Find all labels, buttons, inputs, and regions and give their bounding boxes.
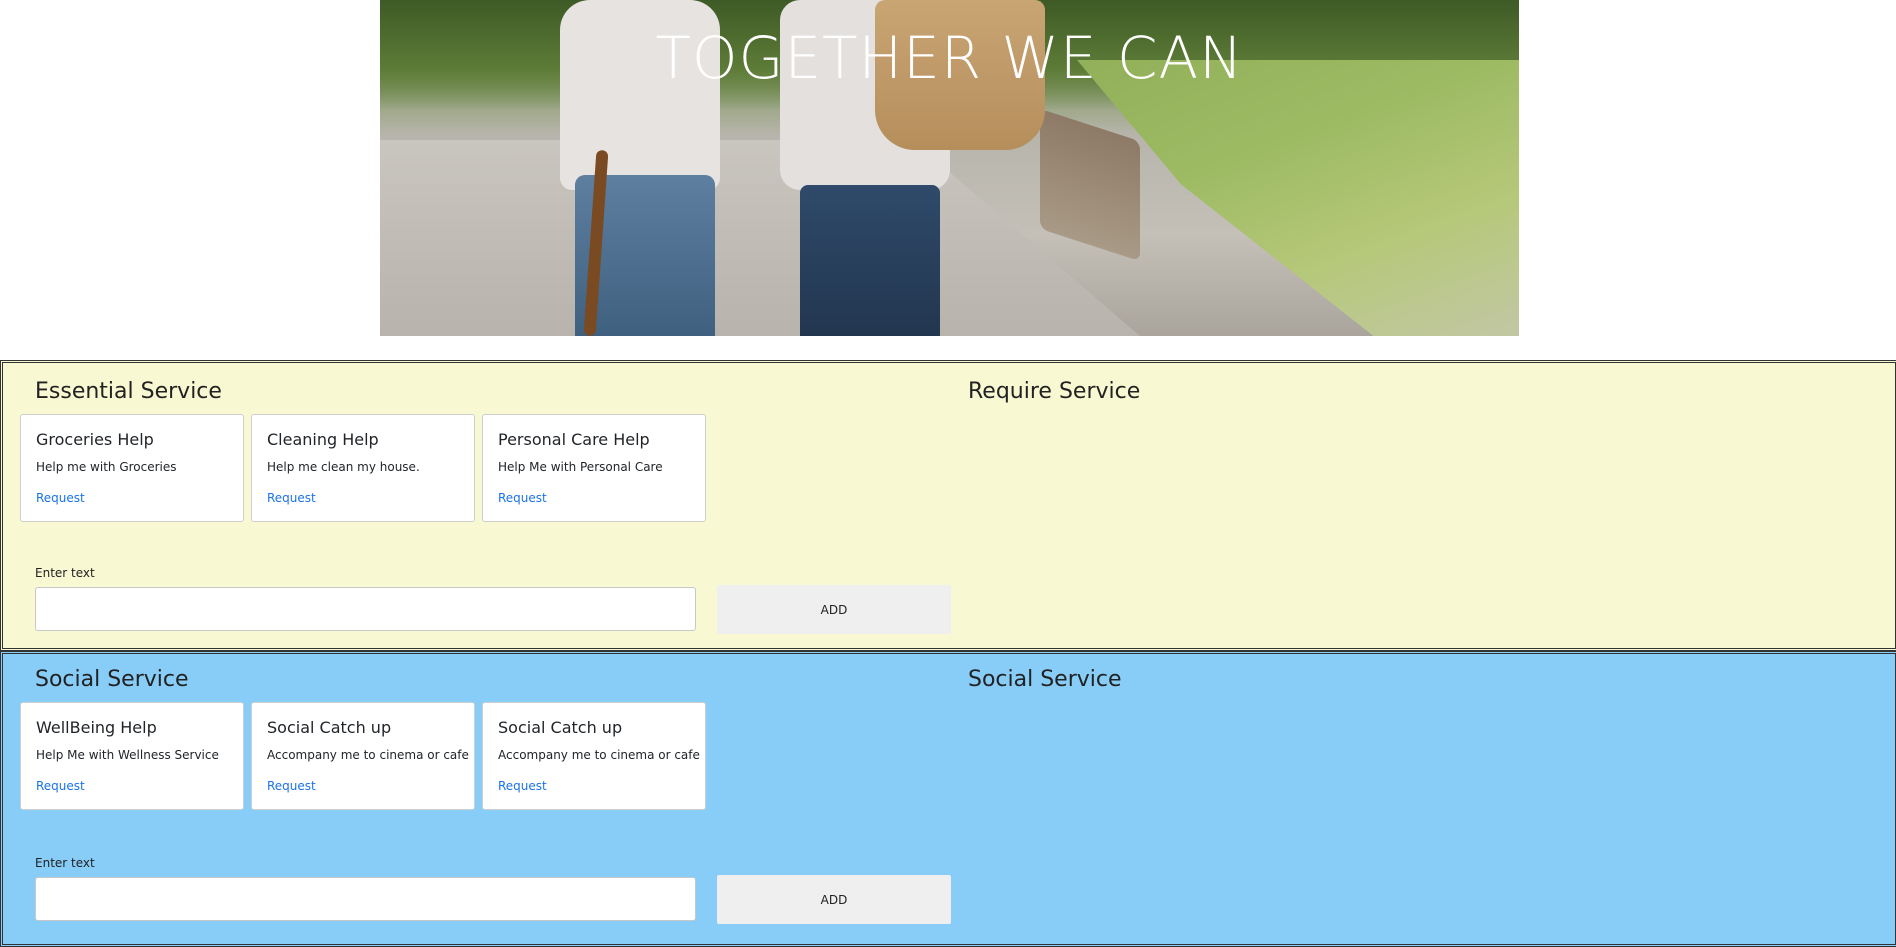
- hero-title: TOGETHER WE CAN: [655, 24, 1244, 92]
- request-link[interactable]: Request: [498, 779, 547, 793]
- card-title: WellBeing Help: [36, 718, 157, 737]
- social-service-section: Social Service Social Service WellBeing …: [0, 651, 1896, 947]
- essential-service-title: Essential Service: [35, 379, 222, 404]
- social-text-input[interactable]: [35, 877, 696, 921]
- card-title: Social Catch up: [498, 718, 623, 737]
- essential-text-input[interactable]: [35, 587, 696, 631]
- request-link[interactable]: Request: [498, 491, 547, 505]
- social-service-side-title: Social Service: [968, 667, 1122, 692]
- essential-add-button[interactable]: ADD: [717, 585, 951, 634]
- hero-banner: TOGETHER WE CAN: [380, 0, 1519, 336]
- essential-service-section: Essential Service Require Service Grocer…: [0, 360, 1896, 651]
- card-title: Personal Care Help: [498, 430, 650, 449]
- social-add-button[interactable]: ADD: [717, 875, 951, 924]
- request-link[interactable]: Request: [267, 491, 316, 505]
- request-link[interactable]: Request: [36, 491, 85, 505]
- social-service-title: Social Service: [35, 667, 189, 692]
- card-text: Help me clean my house.: [267, 460, 420, 474]
- service-card-personal-care: Personal Care Help Help Me with Personal…: [482, 414, 706, 522]
- service-card-wellbeing: WellBeing Help Help Me with Wellness Ser…: [20, 702, 244, 810]
- card-text: Help Me with Wellness Service: [36, 748, 219, 762]
- card-title: Cleaning Help: [267, 430, 379, 449]
- request-link[interactable]: Request: [36, 779, 85, 793]
- service-card-social-catch-up-2: Social Catch up Accompany me to cinema o…: [482, 702, 706, 810]
- service-card-social-catch-up: Social Catch up Accompany me to cinema o…: [251, 702, 475, 810]
- enter-text-label: Enter text: [35, 566, 95, 580]
- service-card-groceries: Groceries Help Help me with Groceries Re…: [20, 414, 244, 522]
- card-text: Help me with Groceries: [36, 460, 177, 474]
- request-link[interactable]: Request: [267, 779, 316, 793]
- require-service-title: Require Service: [968, 379, 1141, 404]
- service-card-cleaning: Cleaning Help Help me clean my house. Re…: [251, 414, 475, 522]
- card-title: Groceries Help: [36, 430, 154, 449]
- card-text: Help Me with Personal Care: [498, 460, 663, 474]
- hero-bench: [1040, 108, 1140, 262]
- hero-path: [380, 140, 1140, 336]
- card-text: Accompany me to cinema or cafe: [498, 748, 700, 762]
- card-text: Accompany me to cinema or cafe: [267, 748, 469, 762]
- enter-text-label: Enter text: [35, 856, 95, 870]
- card-title: Social Catch up: [267, 718, 392, 737]
